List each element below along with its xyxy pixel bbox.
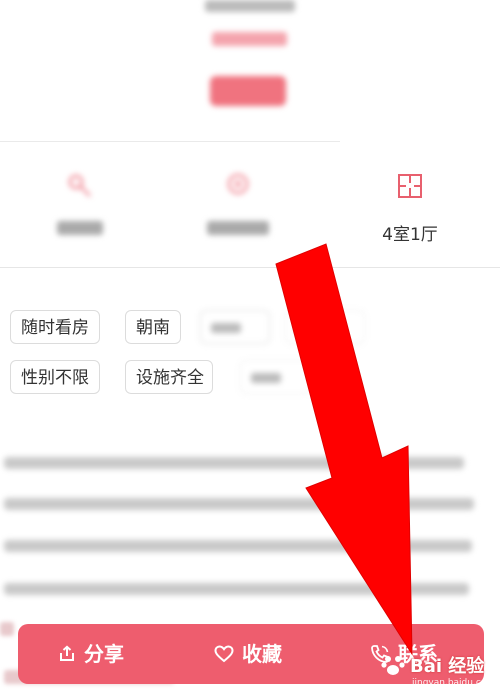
share-icon — [60, 645, 74, 661]
listing-title-blurred — [205, 0, 295, 12]
feature-label-blurred — [57, 221, 103, 235]
tag-item: 设施齐全 — [125, 360, 213, 394]
feature-item-3: 4室1厅 — [350, 148, 470, 266]
feature-item-1 — [20, 148, 140, 266]
listing-price-blurred — [212, 32, 287, 46]
heart-icon — [214, 645, 234, 663]
paw-logo-icon — [381, 656, 405, 675]
background-text-blurred — [0, 622, 14, 636]
favorite-label: 收藏 — [242, 642, 282, 666]
feature-item-2 — [178, 148, 298, 266]
watermark-url: jingyan.baidu.com — [412, 678, 496, 688]
feature-row: 4室1厅 — [0, 148, 500, 266]
feature-label-blurred — [207, 221, 269, 235]
tag-item: 朝南 — [125, 310, 181, 344]
tag-item-blurred — [240, 360, 310, 394]
tag-item: 随时看房 — [10, 310, 100, 344]
header-action-button-blurred[interactable] — [210, 76, 286, 106]
divider — [0, 267, 500, 268]
listing-header-blurred — [0, 0, 500, 140]
tag-list: 随时看房 朝南 性别不限 设施齐全 — [0, 300, 500, 400]
feature-label-rooms: 4室1厅 — [382, 225, 438, 245]
favorite-button[interactable]: 收藏 — [214, 624, 282, 684]
watermark: Bai 经验 jingyan.baidu.com — [380, 652, 496, 696]
watermark-brand: Bai 经验 — [410, 656, 485, 677]
description-blurred — [0, 445, 500, 615]
key-icon — [68, 174, 91, 197]
share-button[interactable]: 分享 — [58, 624, 124, 684]
tag-item-blurred — [200, 310, 270, 344]
divider — [0, 141, 340, 142]
location-icon — [227, 173, 249, 195]
listing-page: 4室1厅 随时看房 朝南 性别不限 设施齐全 分享 收藏 联系 Bai 经验 j… — [0, 0, 500, 700]
tag-item-blurred — [285, 310, 365, 344]
share-label: 分享 — [84, 642, 124, 666]
tag-item: 性别不限 — [10, 360, 100, 394]
floorplan-icon — [398, 174, 422, 198]
